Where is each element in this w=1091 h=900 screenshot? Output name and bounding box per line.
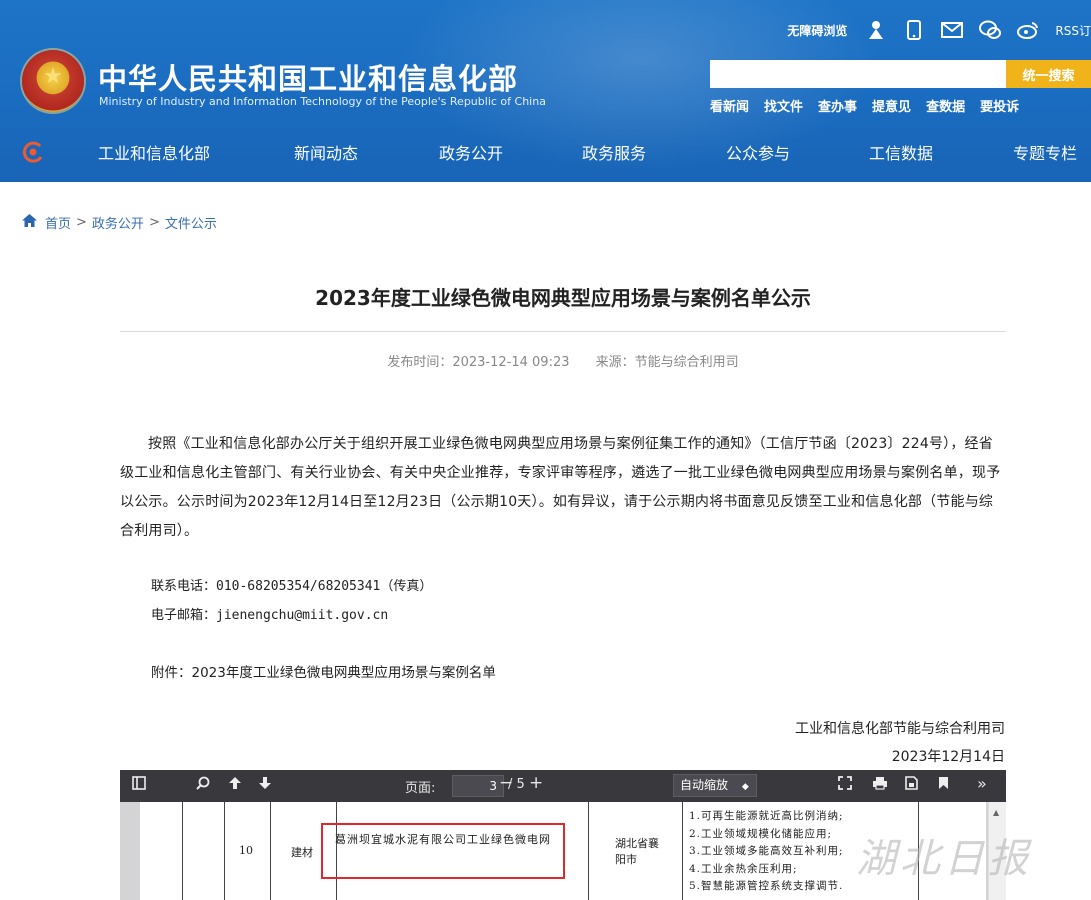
wechat-icon[interactable] — [979, 19, 1002, 41]
list-item: 4.工业余热余压利用; — [689, 862, 798, 875]
prev-page-icon[interactable] — [228, 776, 242, 794]
title-divider — [120, 331, 1006, 332]
nav-item-gov-affairs[interactable]: 政务公开 — [439, 140, 503, 164]
search-input[interactable] — [710, 60, 1006, 88]
national-emblem-icon[interactable]: ★ — [22, 50, 84, 112]
breadcrumb: 首页 > 政务公开 > 文件公示 — [22, 213, 217, 232]
list-item: 2.工业领域规模化储能应用; — [689, 827, 833, 840]
quick-link-services[interactable]: 查办事 — [818, 96, 857, 115]
nav-item-data[interactable]: 工信数据 — [869, 140, 933, 164]
nav-item-gov-services[interactable]: 政务服务 — [582, 140, 646, 164]
watermark: 湖北日报 — [856, 836, 1032, 882]
list-item: 1.可再生能源就近高比例消纳; — [689, 810, 844, 822]
breadcrumb-separator: > — [76, 215, 87, 230]
tools-menu-icon[interactable]: » — [977, 774, 987, 793]
table-cell-blank — [183, 802, 225, 900]
person-icon[interactable] — [865, 19, 887, 41]
article-source: 来源：节能与综合利用司 — [595, 355, 739, 370]
print-icon[interactable] — [872, 776, 888, 794]
nav-logo-icon[interactable] — [20, 139, 46, 165]
zoom-in-icon[interactable]: + — [529, 773, 543, 793]
signature-date: 2023年12月14日 — [891, 749, 1005, 765]
publish-time: 发布时间：2023-12-14 09:23 — [387, 355, 570, 370]
mobile-icon[interactable] — [903, 19, 925, 41]
case-table: 10 建材 湖北省襄阳市 1.可再生能源就近高比例消纳; 2.工业领域规模化储能… — [182, 802, 952, 900]
top-links: 无障碍浏览 RSS订 — [787, 14, 1091, 46]
search-button[interactable]: 统一搜索 — [1006, 60, 1091, 88]
list-item: 3.工业领域多能高效互补利用; — [689, 845, 844, 857]
breadcrumb-notices[interactable]: 文件公示 — [165, 213, 217, 232]
article-title: 2023年度工业绿色微电网典型应用场景与案例名单公示 — [315, 286, 811, 310]
list-item: 5.智慧能源管控系统支撑调节. — [689, 880, 844, 892]
contact-phone: 联系电话：010-68205354/68205341（传真） — [151, 579, 433, 594]
nav-item-topics[interactable]: 专题专栏 — [1013, 140, 1077, 164]
breadcrumb-home[interactable]: 首页 — [45, 213, 71, 232]
site-header: ★ 中华人民共和国工业和信息化部 Ministry of Industry an… — [0, 0, 1091, 182]
article-meta: 发布时间：2023-12-14 09:23 来源：节能与综合利用司 — [120, 351, 1006, 370]
zoom-select[interactable]: 自动缩放 ◆ — [673, 774, 757, 797]
pdf-toolbar: 页面: 3 / 5 − + 自动缩放 ◆ » — [120, 770, 1006, 802]
sidebar-toggle-icon[interactable] — [132, 776, 146, 794]
chevron-down-icon: ◆ — [741, 782, 749, 792]
quick-link-feedback[interactable]: 提意见 — [872, 96, 911, 115]
accessibility-link[interactable]: 无障碍浏览 — [787, 22, 847, 39]
bookmark-icon[interactable] — [938, 776, 949, 794]
main-nav: 工业和信息化部 新闻动态 政务公开 政务服务 公众参与 工信数据 专题专栏 — [0, 130, 1091, 174]
find-icon[interactable] — [196, 776, 210, 794]
contact-email: 电子邮箱：jienengchu@miit.gov.cn — [151, 608, 389, 623]
breadcrumb-gov-affairs[interactable]: 政务公开 — [92, 213, 144, 232]
scroll-up-icon[interactable]: ▲ — [993, 808, 999, 817]
page-label: 页面: — [405, 781, 436, 796]
nav-item-public[interactable]: 公众参与 — [726, 140, 790, 164]
breadcrumb-separator: > — [148, 215, 160, 230]
weibo-icon[interactable] — [1017, 19, 1039, 41]
site-title-cn[interactable]: 中华人民共和国工业和信息化部 — [98, 56, 518, 98]
presentation-mode-icon[interactable] — [838, 776, 852, 794]
table-cell-location: 湖北省襄阳市 — [589, 802, 683, 900]
article-body: 按照《工业和信息化部办公厅关于组织开展工业绿色微电网典型应用场景与案例征集工作的… — [120, 436, 1001, 539]
nav-item-ministry[interactable]: 工业和信息化部 — [98, 140, 210, 164]
site-title-en: Ministry of Industry and Information Tec… — [99, 95, 546, 108]
highlighted-case-name: 葛洲坝宜城水泥有限公司工业绿色微电网 — [335, 833, 551, 846]
mail-icon[interactable] — [941, 19, 964, 41]
quick-link-files[interactable]: 找文件 — [764, 96, 803, 115]
table-cell-index: 10 — [225, 802, 271, 900]
page-number-input[interactable]: 3 — [452, 775, 504, 797]
rss-link[interactable]: RSS订 — [1055, 22, 1091, 39]
quick-links: 看新闻 找文件 查办事 提意见 查数据 要投诉 — [710, 96, 1019, 115]
quick-link-data[interactable]: 查数据 — [926, 96, 965, 115]
download-icon[interactable] — [905, 776, 918, 794]
attachment-link[interactable]: 附件：2023年度工业绿色微电网典型应用场景与案例名单 — [151, 661, 496, 681]
nav-item-news[interactable]: 新闻动态 — [294, 140, 358, 164]
home-icon — [22, 214, 37, 231]
quick-link-complaint[interactable]: 要投诉 — [980, 96, 1019, 115]
zoom-out-icon[interactable]: − — [499, 773, 513, 793]
next-page-icon[interactable] — [258, 776, 272, 794]
scenario-list: 1.可再生能源就近高比例消纳; 2.工业领域规模化储能应用; 3.工业领域多能高… — [689, 808, 844, 896]
quick-link-news[interactable]: 看新闻 — [710, 96, 749, 115]
signature-org: 工业和信息化部节能与综合利用司 — [795, 721, 1005, 737]
